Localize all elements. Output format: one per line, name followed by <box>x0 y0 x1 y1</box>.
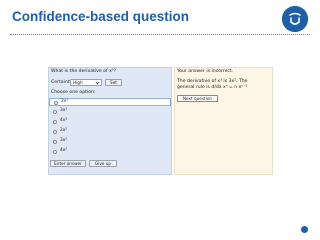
set-button[interactable]: Set <box>105 79 122 86</box>
radio-button-icon[interactable] <box>54 100 58 105</box>
feedback-result: Your answer is incorrect. <box>177 69 234 74</box>
radio-button-icon[interactable] <box>53 109 57 114</box>
answer-option-4[interactable]: 2x² <box>49 128 171 136</box>
question-prompt: What is the derivative of x³? <box>51 69 117 74</box>
page-dot <box>301 226 308 233</box>
give-up-button[interactable]: Give up <box>89 160 117 167</box>
answer-option-label: 2x³ <box>61 99 68 105</box>
certainty-select[interactable]: High <box>70 79 102 86</box>
answer-option-label: 3x³ <box>60 108 67 114</box>
open-university-logo-icon <box>282 6 308 32</box>
next-question-button[interactable]: Next question <box>177 95 218 102</box>
feedback-explanation-line2: general rule is d/dx xⁿ = n xⁿ⁻¹ <box>177 85 248 90</box>
answer-option-6[interactable]: 4x² <box>49 148 171 156</box>
enter-answer-button[interactable]: Enter answer <box>50 160 86 167</box>
answer-option-label: 2x² <box>60 128 67 134</box>
radio-button-icon[interactable] <box>53 149 57 154</box>
chevron-down-icon <box>95 81 100 85</box>
answer-option-label: 3x² <box>60 138 67 144</box>
slide-title: Confidence-based question <box>12 9 190 24</box>
answer-option-label: 4x² <box>60 148 67 154</box>
answer-option-3[interactable]: 4x³ <box>49 118 171 126</box>
radio-button-icon[interactable] <box>53 119 57 124</box>
answer-option-2[interactable]: 3x³ <box>49 108 171 116</box>
feedback-explanation-line1: The derivative of x³ is 3x². The <box>177 79 248 84</box>
choose-option-label: Choose one option: <box>51 90 96 95</box>
answer-option-label: 4x³ <box>60 118 67 124</box>
answer-option-5[interactable]: 3x² <box>49 138 171 146</box>
answer-option-1[interactable]: 2x³ <box>49 97 171 106</box>
title-divider <box>10 34 310 35</box>
certainty-select-value: High <box>73 80 83 85</box>
radio-button-icon[interactable] <box>53 139 57 144</box>
radio-button-icon[interactable] <box>53 129 57 134</box>
